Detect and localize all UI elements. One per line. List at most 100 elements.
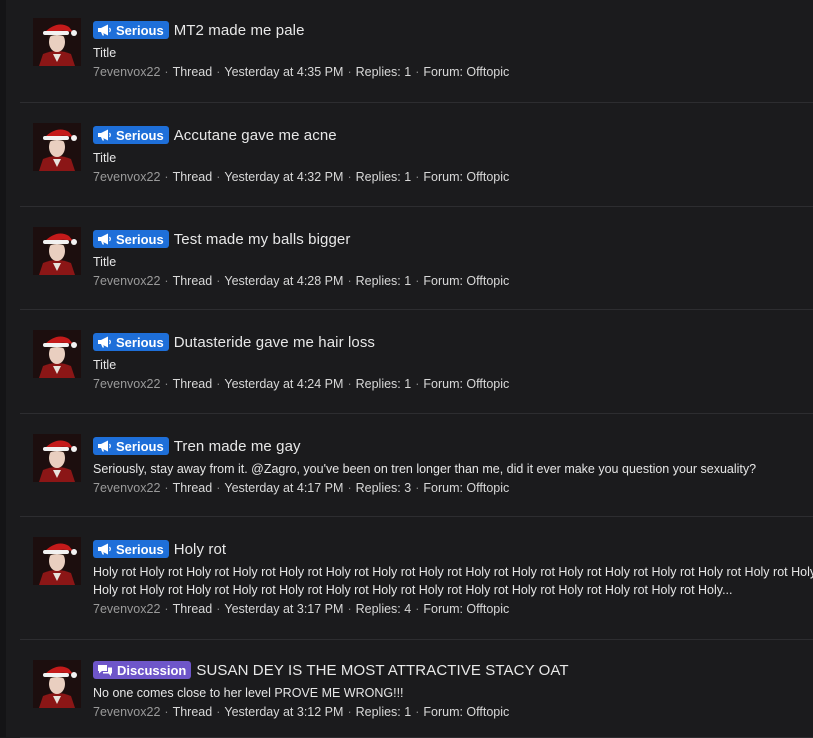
- content-type-label: Thread: [172, 65, 213, 79]
- avatar[interactable]: [33, 434, 81, 482]
- serious-prefix-badge[interactable]: Serious: [93, 126, 169, 144]
- thread-result-row: Serious Dutasteride gave me hair loss Titl…: [20, 310, 813, 414]
- meta-separator: ·: [347, 65, 352, 79]
- thread-result-row: Serious Accutane gave me acne Title 7evenvo…: [20, 103, 813, 207]
- post-date[interactable]: Yesterday at 4:24 PM: [224, 377, 343, 391]
- avatar[interactable]: [33, 660, 81, 708]
- meta-separator: ·: [347, 481, 352, 495]
- thread-snippet: Title: [93, 253, 813, 271]
- replies-count: Replies: 1: [355, 377, 412, 391]
- snippet-line: Title: [93, 46, 117, 60]
- serious-prefix-badge[interactable]: Serious: [93, 21, 169, 39]
- thread-title-link[interactable]: SUSAN DEY IS THE MOST ATTRACTIVE STACY O…: [196, 662, 568, 679]
- badge-label: Serious: [116, 127, 164, 143]
- serious-prefix-badge[interactable]: Serious: [93, 437, 169, 455]
- thread-title-link[interactable]: Dutasteride gave me hair loss: [174, 334, 375, 351]
- replies-count: Replies: 1: [355, 65, 412, 79]
- meta-separator: ·: [347, 170, 352, 184]
- author-link[interactable]: 7evenvox22: [93, 274, 160, 288]
- post-date[interactable]: Yesterday at 3:17 PM: [224, 602, 343, 616]
- meta-separator: ·: [216, 602, 221, 616]
- badge-label: Serious: [116, 541, 164, 557]
- megaphone-icon: [97, 440, 112, 452]
- chat-bubbles-icon: [97, 664, 113, 677]
- post-date[interactable]: Yesterday at 3:12 PM: [224, 705, 343, 719]
- meta-separator: ·: [415, 602, 420, 616]
- meta-separator: ·: [415, 65, 420, 79]
- thread-title-line: Serious Holy rot: [93, 539, 813, 559]
- badge-label: Discussion: [117, 662, 187, 678]
- discussion-prefix-badge[interactable]: Discussion: [93, 661, 192, 679]
- replies-count: Replies: 1: [355, 170, 412, 184]
- meta-separator: ·: [164, 65, 169, 79]
- thread-content: Serious Holy rot Holy rot Holy rot Holy ro…: [93, 539, 813, 616]
- forum-link[interactable]: Forum: Offtopic: [423, 602, 509, 616]
- badge-label: Serious: [116, 231, 164, 247]
- meta-separator: ·: [216, 705, 221, 719]
- forum-link[interactable]: Forum: Offtopic: [423, 705, 509, 719]
- forum-link[interactable]: Forum: Offtopic: [423, 481, 509, 495]
- thread-meta: 7evenvox22 · Thread · Yesterday at 4:32 PM · R…: [93, 170, 813, 184]
- meta-separator: ·: [347, 274, 352, 288]
- snippet-line: Title: [93, 255, 117, 269]
- meta-separator: ·: [164, 170, 169, 184]
- author-link[interactable]: 7evenvox22: [93, 481, 160, 495]
- author-link[interactable]: 7evenvox22: [93, 705, 160, 719]
- content-type-label: Thread: [172, 481, 213, 495]
- thread-title-link[interactable]: MT2 made me pale: [174, 22, 305, 39]
- post-date[interactable]: Yesterday at 4:35 PM: [224, 65, 343, 79]
- replies-count: Replies: 4: [355, 602, 412, 616]
- content-type-label: Thread: [172, 170, 213, 184]
- thread-snippet: No one comes close to her level PROVE ME…: [93, 684, 813, 702]
- forum-link[interactable]: Forum: Offtopic: [423, 377, 509, 391]
- thread-title-link[interactable]: Test made my balls bigger: [174, 231, 351, 248]
- meta-separator: ·: [164, 377, 169, 391]
- thread-content: Serious Tren made me gay Seriously, stay a…: [93, 436, 813, 495]
- meta-separator: ·: [415, 705, 420, 719]
- meta-separator: ·: [347, 602, 352, 616]
- megaphone-icon: [97, 233, 112, 245]
- serious-prefix-badge[interactable]: Serious: [93, 333, 169, 351]
- post-date[interactable]: Yesterday at 4:32 PM: [224, 170, 343, 184]
- snippet-line: Holy rot Holy rot Holy rot Holy rot Holy…: [93, 583, 733, 597]
- author-link[interactable]: 7evenvox22: [93, 170, 160, 184]
- snippet-line: No one comes close to her level PROVE ME…: [93, 686, 404, 700]
- megaphone-icon: [97, 129, 112, 141]
- thread-title-line: Serious Dutasteride gave me hair loss: [93, 332, 813, 352]
- replies-count: Replies: 1: [355, 705, 412, 719]
- megaphone-icon: [97, 336, 112, 348]
- search-results-list: Serious MT2 made me pale Title 7evenvox22 · T…: [20, 0, 813, 738]
- thread-title-link[interactable]: Holy rot: [174, 541, 226, 558]
- thread-meta: 7evenvox22 · Thread · Yesterday at 4:17 PM · R…: [93, 481, 813, 495]
- avatar[interactable]: [33, 123, 81, 171]
- author-link[interactable]: 7evenvox22: [93, 65, 160, 79]
- forum-link[interactable]: Forum: Offtopic: [423, 170, 509, 184]
- content-type-label: Thread: [172, 602, 213, 616]
- serious-prefix-badge[interactable]: Serious: [93, 230, 169, 248]
- meta-separator: ·: [164, 705, 169, 719]
- post-date[interactable]: Yesterday at 4:17 PM: [224, 481, 343, 495]
- meta-separator: ·: [164, 602, 169, 616]
- thread-title-link[interactable]: Accutane gave me acne: [174, 127, 337, 144]
- meta-separator: ·: [164, 274, 169, 288]
- avatar[interactable]: [33, 330, 81, 378]
- serious-prefix-badge[interactable]: Serious: [93, 540, 169, 558]
- forum-link[interactable]: Forum: Offtopic: [423, 274, 509, 288]
- avatar[interactable]: [33, 537, 81, 585]
- author-link[interactable]: 7evenvox22: [93, 602, 160, 616]
- thread-title-link[interactable]: Tren made me gay: [174, 438, 301, 455]
- meta-separator: ·: [216, 65, 221, 79]
- thread-title-line: Serious Test made my balls bigger: [93, 229, 813, 249]
- thread-result-row: Serious Tren made me gay Seriously, stay a…: [20, 414, 813, 517]
- thread-content: Serious Accutane gave me acne Title 7evenvo…: [93, 125, 813, 184]
- forum-link[interactable]: Forum: Offtopic: [423, 65, 509, 79]
- avatar[interactable]: [33, 18, 81, 66]
- thread-result-row: Serious MT2 made me pale Title 7evenvox22 · T…: [20, 0, 813, 103]
- author-link[interactable]: 7evenvox22: [93, 377, 160, 391]
- thread-content: Serious Test made my balls bigger Title 7ev…: [93, 229, 813, 288]
- avatar[interactable]: [33, 227, 81, 275]
- thread-snippet: Seriously, stay away from it. @Zagro, yo…: [93, 460, 813, 478]
- meta-separator: ·: [415, 481, 420, 495]
- thread-meta: 7evenvox22 · Thread · Yesterday at 3:17 PM · R…: [93, 602, 813, 616]
- post-date[interactable]: Yesterday at 4:28 PM: [224, 274, 343, 288]
